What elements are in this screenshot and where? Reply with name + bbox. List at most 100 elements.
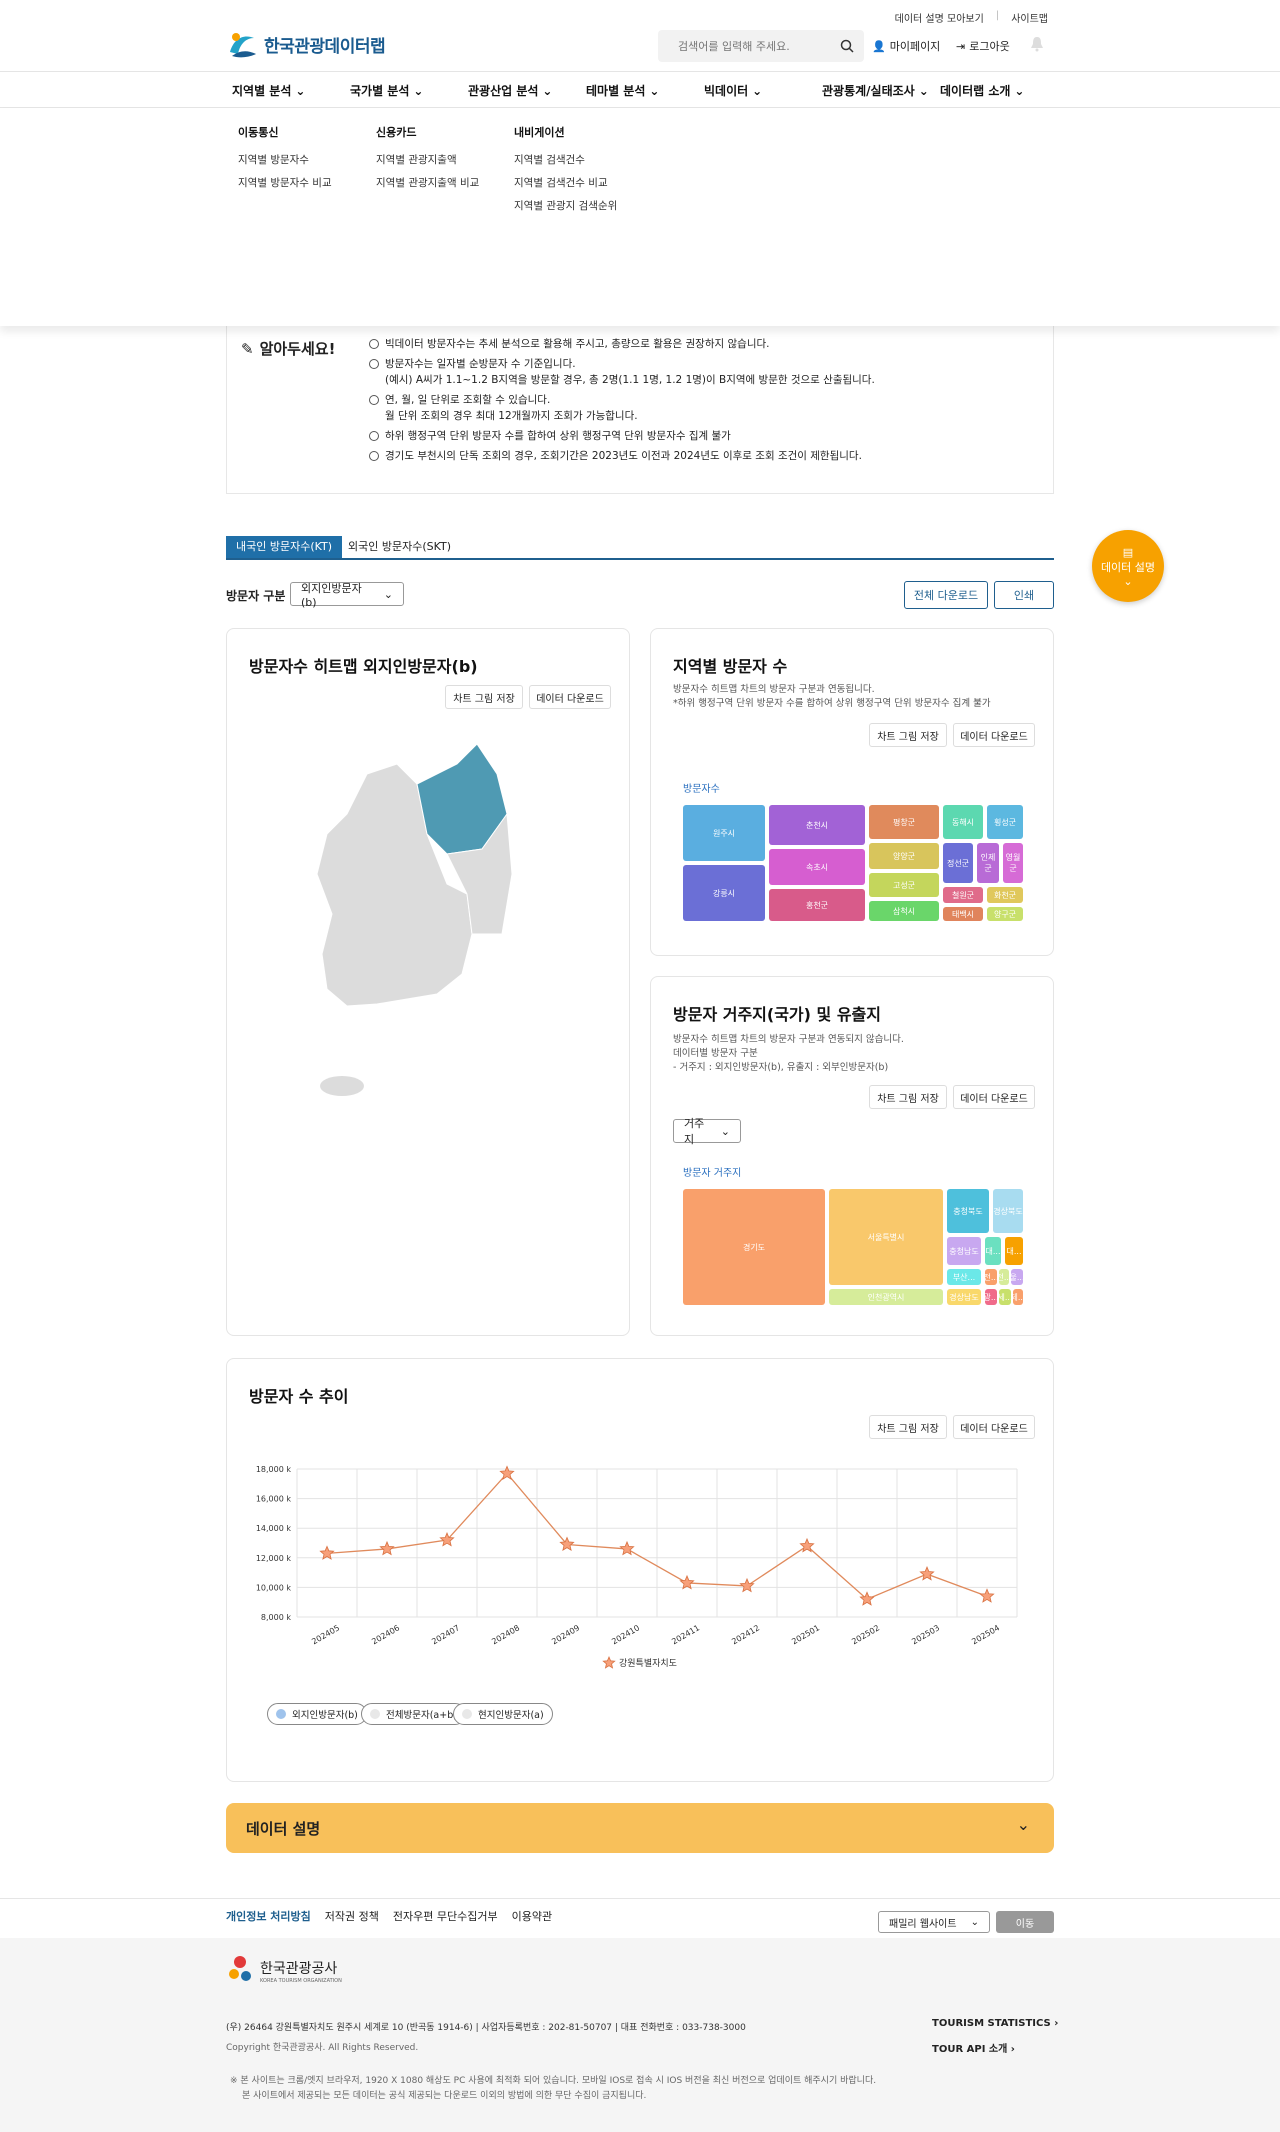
logo[interactable]: 한국관광데이터랩 — [226, 28, 386, 60]
pill-local[interactable]: 현지인방문자(a) — [453, 1703, 553, 1725]
notice-item: 하위 행정구역 단위 방문자 수를 합하여 상위 행정구역 단위 방문자수 집계… — [369, 428, 875, 444]
origin-treemap[interactable]: 경기도 서울특별시 인천광역시 충청북도 경상북도 충청남도 대... 대... 부산... 전.… — [683, 1189, 1023, 1307]
nav-country[interactable]: 국가별 분석 ⌄ — [350, 82, 423, 99]
nav-about[interactable]: 데이터랩 소개 ⌄ — [940, 82, 1024, 99]
treemap-cell[interactable]: 제... — [1013, 1289, 1023, 1305]
treemap-cell[interactable]: 홍천군 — [769, 889, 865, 921]
korea-map[interactable] — [297, 744, 557, 1104]
mega-link[interactable]: 지역별 관광지출액 비교 — [376, 175, 479, 190]
treemap-cell[interactable]: 경상북도 — [993, 1189, 1023, 1233]
family-site-select[interactable]: 패밀리 웹사이트 ⌄ — [878, 1911, 990, 1933]
treemap-cell[interactable]: 대... — [1005, 1237, 1023, 1265]
tour-api-link[interactable]: TOUR API 소개 › — [932, 2040, 1015, 2055]
download-data-button[interactable]: 데이터 다운로드 — [529, 685, 611, 709]
treemap-cell[interactable]: 대... — [985, 1237, 1001, 1265]
treemap-cell[interactable]: 강릉시 — [683, 865, 765, 921]
treemap-cell[interactable]: 속초시 — [769, 849, 865, 885]
treemap-cell[interactable]: 경상남도 — [947, 1289, 981, 1305]
download-data-button[interactable]: 데이터 다운로드 — [953, 1415, 1035, 1439]
treemap-cell[interactable]: 횡성군 — [987, 805, 1023, 839]
treemap-cell[interactable]: 전... — [999, 1269, 1009, 1285]
treemap-cell[interactable]: 태백시 — [943, 907, 983, 921]
treemap-cell[interactable]: 부산... — [947, 1269, 981, 1285]
go-button[interactable]: 이동 — [996, 1911, 1054, 1933]
notice-item: 경기도 부천시의 단독 조회의 경우, 조회기간은 2023년도 이전과 202… — [369, 448, 875, 464]
treemap-cell[interactable]: 충청남도 — [947, 1237, 981, 1265]
trend-chart[interactable]: 8,000 k 10,000 k 12,000 k 14,000 k 16,000 k 1… — [227, 1449, 1055, 1679]
treemap-cell[interactable]: 철원군 — [943, 887, 983, 903]
treemap-cell[interactable]: 충청북도 — [947, 1189, 989, 1233]
treemap-cell[interactable]: 삼척시 — [869, 901, 939, 921]
logout-button[interactable]: ⇥ 로그아웃 — [956, 38, 1010, 54]
download-data-button[interactable]: 데이터 다운로드 — [953, 723, 1035, 747]
email-policy-link[interactable]: 전자우편 무단수집거부 — [393, 1908, 498, 1924]
origin-select[interactable]: 거주지 ⌄ — [673, 1117, 741, 1146]
region-treemap[interactable]: 원주시 강릉시 춘천시속초시홍천군 평창군양양군고성군삼척시 동해시 횡성군정선군 인제군 영… — [683, 805, 1023, 923]
privacy-link[interactable]: 개인정보 처리방침 — [226, 1908, 311, 1924]
search-icon[interactable] — [840, 38, 854, 57]
data-desc-fab[interactable]: ▤ 데이터 설명 ⌄ — [1092, 530, 1164, 602]
nav-statistics[interactable]: 관광통계/실태조사 ⌄ — [822, 82, 929, 99]
notice-list: 빅데이터 방문자수는 추세 분석으로 활용해 주시고, 총량으로 활용은 권장하… — [369, 336, 875, 468]
pill-outsider[interactable]: 외지인방문자(b) — [267, 1703, 367, 1725]
treemap-cell[interactable]: 정선군 — [943, 843, 973, 883]
footer-copyright: Copyright 한국관광공사. All Rights Reserved. — [226, 2043, 419, 2053]
download-all-button[interactable]: 전체 다운로드 — [904, 581, 988, 609]
check-icon — [369, 451, 379, 461]
treemap-cell[interactable]: 동해시 — [943, 805, 983, 839]
tourism-stats-link[interactable]: TOURISM STATISTICS › — [932, 2018, 1058, 2029]
nav-theme[interactable]: 테마별 분석 ⌄ — [586, 82, 659, 99]
data-point — [859, 1591, 875, 1606]
save-chart-button[interactable]: 차트 그림 저장 — [869, 1085, 947, 1109]
chevron-down-icon: ⌄ — [1016, 1815, 1030, 1834]
mega-link[interactable]: 지역별 방문자수 — [238, 152, 332, 167]
treemap-cell[interactable]: 전... — [985, 1269, 997, 1285]
treemap-cell[interactable]: 인제군 — [977, 843, 999, 883]
treemap-cell[interactable]: 원주시 — [683, 805, 765, 861]
sitemap-link[interactable]: 사이트맵 — [1011, 10, 1048, 25]
dot-icon — [276, 1709, 286, 1719]
save-chart-button[interactable]: 차트 그림 저장 — [869, 723, 947, 747]
mega-link[interactable]: 지역별 관광지출액 — [376, 152, 479, 167]
heatmap-card: 방문자수 히트맵 외지인방문자(b) 차트 그림 저장 데이터 다운로드 — [226, 628, 630, 1336]
tab-foreign[interactable]: 외국인 방문자수(SKT) — [338, 536, 461, 558]
data-desc-link[interactable]: 데이터 설명 모아보기 — [895, 10, 984, 25]
treemap-cell[interactable]: 춘천시 — [769, 805, 865, 845]
download-data-button[interactable]: 데이터 다운로드 — [953, 1085, 1035, 1109]
pill-total[interactable]: 전체방문자(a+b) — [361, 1703, 466, 1725]
visitor-type-select[interactable]: 외지인방문자(b) ⌄ — [290, 582, 404, 609]
terms-link[interactable]: 이용약관 — [512, 1908, 552, 1924]
treemap-cell[interactable]: 고성군 — [869, 873, 939, 897]
copyright-policy-link[interactable]: 저작권 정책 — [325, 1908, 379, 1924]
treemap-cell[interactable]: 양양군 — [869, 843, 939, 869]
treemap-cell[interactable]: 광... — [985, 1289, 997, 1305]
mega-link[interactable]: 지역별 방문자수 비교 — [238, 175, 332, 190]
print-button[interactable]: 인쇄 — [994, 581, 1054, 609]
mega-link[interactable]: 지역별 검색건수 비교 — [514, 175, 617, 190]
nav-bigdata[interactable]: 빅데이터 ⌄ — [704, 82, 762, 99]
mega-link[interactable]: 지역별 관광지 검색순위 — [514, 198, 617, 213]
treemap-cell[interactable]: 영월군 — [1003, 843, 1023, 883]
treemap-cell[interactable]: 인천광역시 — [829, 1289, 943, 1305]
tab-domestic[interactable]: 내국인 방문자수(KT) — [226, 536, 342, 558]
kto-logo: 한국관광공사 KOREA TOURISM ORGANIZATION — [226, 1954, 342, 1988]
data-description-bar[interactable]: 데이터 설명 ⌄ — [226, 1803, 1054, 1853]
save-chart-button[interactable]: 차트 그림 저장 — [445, 685, 523, 709]
treemap-cell[interactable]: 경기도 — [683, 1189, 825, 1305]
bell-icon[interactable] — [1030, 36, 1044, 56]
nav-industry[interactable]: 관광산업 분석 ⌄ — [468, 82, 552, 99]
treemap-cell[interactable]: 화천군 — [987, 887, 1023, 903]
treemap-cell[interactable]: 서울특별시 — [829, 1189, 943, 1285]
treemap-cell[interactable]: 울... — [1011, 1269, 1023, 1285]
treemap-cell[interactable]: 평창군 — [869, 805, 939, 839]
save-chart-button[interactable]: 차트 그림 저장 — [869, 1415, 947, 1439]
region-title: 지역별 방문자 수 — [673, 657, 788, 676]
treemap-cell[interactable]: 세... — [999, 1289, 1011, 1305]
treemap-cell[interactable]: 양구군 — [987, 907, 1023, 921]
mypage-button[interactable]: 👤 마이페이지 — [872, 38, 940, 54]
user-icon: 👤 — [872, 39, 886, 53]
search-input[interactable] — [658, 30, 828, 62]
region-jeju — [320, 1076, 364, 1096]
nav-regional[interactable]: 지역별 분석 ⌄ — [232, 82, 305, 99]
mega-link[interactable]: 지역별 검색건수 — [514, 152, 617, 167]
